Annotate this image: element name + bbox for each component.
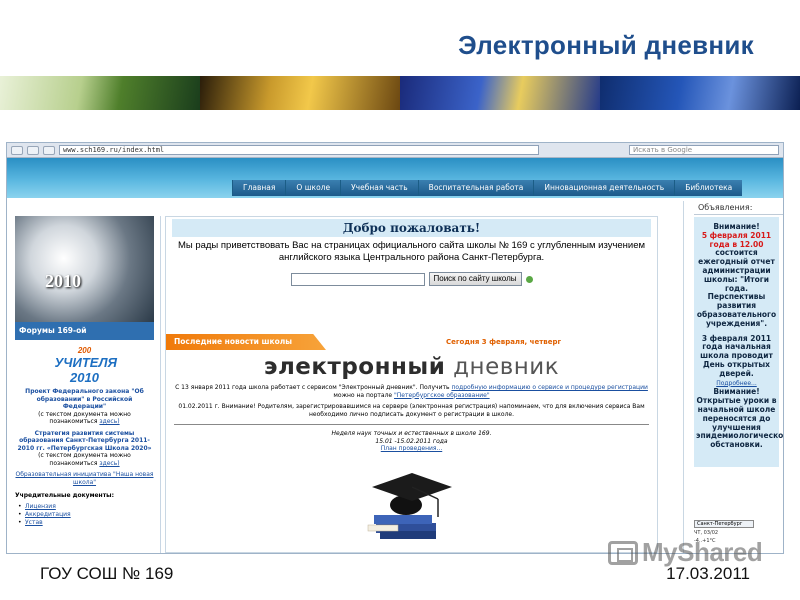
registration-info-link[interactable]: подробную информацию о сервисе и процеду… (451, 384, 647, 391)
doc-license-link[interactable]: Лицензия (15, 503, 154, 511)
e-diary-logo-bold: электронный (263, 354, 446, 380)
e-diary-logo-lite: дневник (453, 354, 560, 380)
nav-item-innovation[interactable]: Инновационная деятельность (533, 180, 675, 196)
docs-heading: Учредительные документы: (15, 492, 114, 499)
right-column: Объявления: Внимание! 5 февраля 2011 год… (683, 201, 783, 553)
nav-item-home[interactable]: Главная (232, 180, 286, 196)
project-law-title[interactable]: Проект Федерального закона "Об образован… (25, 388, 144, 410)
strategy-title[interactable]: Стратегия развития системы образования С… (17, 430, 151, 452)
news-paragraph-2: 01.02.2011 г. Внимание! Родителям, зарег… (178, 403, 645, 418)
site-nav: Главная О школе Учебная часть Воспитател… (232, 180, 743, 196)
strategy-link[interactable]: здесь) (99, 460, 119, 467)
news-date: Сегодня 3 февраля, четверг (446, 338, 562, 346)
banner-strip (0, 76, 800, 110)
banner-image-disk (200, 76, 400, 110)
footer-date: 17.03.2011 (666, 564, 750, 583)
browser-toolbar: www.sch169.ru/index.html Искать в Google (7, 143, 783, 158)
news-divider (174, 424, 649, 425)
website-screenshot: www.sch169.ru/index.html Искать в Google… (6, 142, 784, 554)
graduation-cap-icon (367, 473, 452, 539)
doc-accreditation-link[interactable]: Аккредитация (15, 511, 154, 519)
strategy-block: Стратегия развития системы образования С… (9, 426, 160, 468)
e-diary-logo[interactable]: электронный дневник (166, 354, 657, 380)
announcements-box: Внимание! 5 февраля 2011 года в 12.00 со… (694, 217, 784, 467)
banner-image-keyboard (600, 76, 800, 110)
announcement-text-1: состоится ежегодный отчет администрации … (696, 248, 777, 328)
announcement-text-2: 3 февраля 2011 года начальная школа пров… (700, 333, 773, 378)
slide: Электронный дневник www.sch169.ru/index.… (0, 0, 800, 600)
center-column: Добро пожаловать! Мы рады приветствовать… (165, 216, 658, 553)
nav-item-library[interactable]: Библиотека (674, 180, 743, 196)
logo-line2: УЧИТЕЛЯ 2010 (54, 355, 118, 385)
banner-image-lab (400, 76, 600, 110)
spb-education-portal-link[interactable]: "Петербургское образование" (394, 392, 490, 399)
clock-year: 2010 (45, 271, 81, 291)
announcements-heading: Объявления: (694, 201, 783, 215)
welcome-heading: Добро пожаловать! (172, 219, 651, 237)
initiative-link[interactable]: Образовательная инициатива "Наша новая ш… (16, 471, 154, 486)
science-week-block: Неделя наук точных и естественных в школ… (166, 430, 657, 453)
project-law-link[interactable]: здесь) (99, 418, 119, 425)
more-link[interactable]: Подробнее... (716, 380, 757, 387)
science-week-plan-link[interactable]: План проведения... (381, 445, 442, 452)
refresh-button[interactable] (43, 145, 55, 155)
nav-item-about[interactable]: О школе (285, 180, 341, 196)
announcement-text-3: Открытые уроки в начальной школе перенос… (696, 396, 784, 450)
science-week-title: Неделя наук точных и естественных в школ… (331, 430, 492, 437)
weather-city-select[interactable]: Санкт-Петербург (694, 520, 754, 528)
clock-image: 2010 (15, 216, 154, 322)
news-text-1-mid: можно на портале (333, 391, 393, 399)
news-text-1: С 13 января 2011 года школа работает с с… (175, 384, 450, 391)
site-search: Поиск по сайту школы (166, 272, 657, 286)
news-bar: Последние новости школы Сегодня 3 феврал… (166, 334, 657, 350)
address-bar[interactable]: www.sch169.ru/index.html (59, 145, 539, 155)
doc-charter-link[interactable]: Устав (15, 519, 154, 527)
science-week-dates: 15.01 -15.02.2011 года (375, 437, 448, 445)
footer-school: ГОУ СОШ № 169 (40, 564, 174, 583)
news-tab[interactable]: Последние новости школы (166, 334, 326, 350)
initiative-block: Образовательная инициатива "Наша новая ш… (9, 467, 160, 486)
site-search-input[interactable] (290, 272, 425, 286)
forum-link[interactable]: Форумы 169-ой (15, 322, 154, 340)
founding-docs: Учредительные документы: Лицензия Аккред… (15, 492, 154, 527)
back-button[interactable] (11, 145, 23, 155)
myshared-logo-icon (608, 540, 638, 565)
news-paragraph-1: С 13 января 2011 года школа работает с с… (166, 380, 657, 399)
browser-search-field[interactable]: Искать в Google (629, 145, 779, 155)
forward-button[interactable] (27, 145, 39, 155)
rss-icon[interactable] (525, 275, 533, 283)
site-search-button[interactable]: Поиск по сайту школы (428, 272, 522, 286)
announcement-date-1: 5 февраля 2011 года в 12.00 (701, 230, 772, 249)
project-law-block: Проект Федерального закона "Об образован… (9, 384, 160, 426)
banner-image-pens (0, 76, 200, 110)
weather-day: ЧТ, 03/02 (694, 530, 719, 536)
site-header: Главная О школе Учебная часть Воспитател… (7, 158, 783, 198)
slide-title: Электронный дневник (458, 30, 754, 60)
intro-text: Мы рады приветствовать Вас на страницах … (177, 240, 646, 263)
logo-line1: 200 (77, 346, 92, 355)
left-column: 2010 Форумы 169-ой 200 УЧИТЕЛЯ 2010 Прое… (9, 216, 161, 553)
nav-item-academic[interactable]: Учебная часть (340, 180, 418, 196)
nav-item-education[interactable]: Воспитательная работа (417, 180, 534, 196)
teacher-2010-logo[interactable]: 200 УЧИТЕЛЯ 2010 (54, 346, 118, 385)
